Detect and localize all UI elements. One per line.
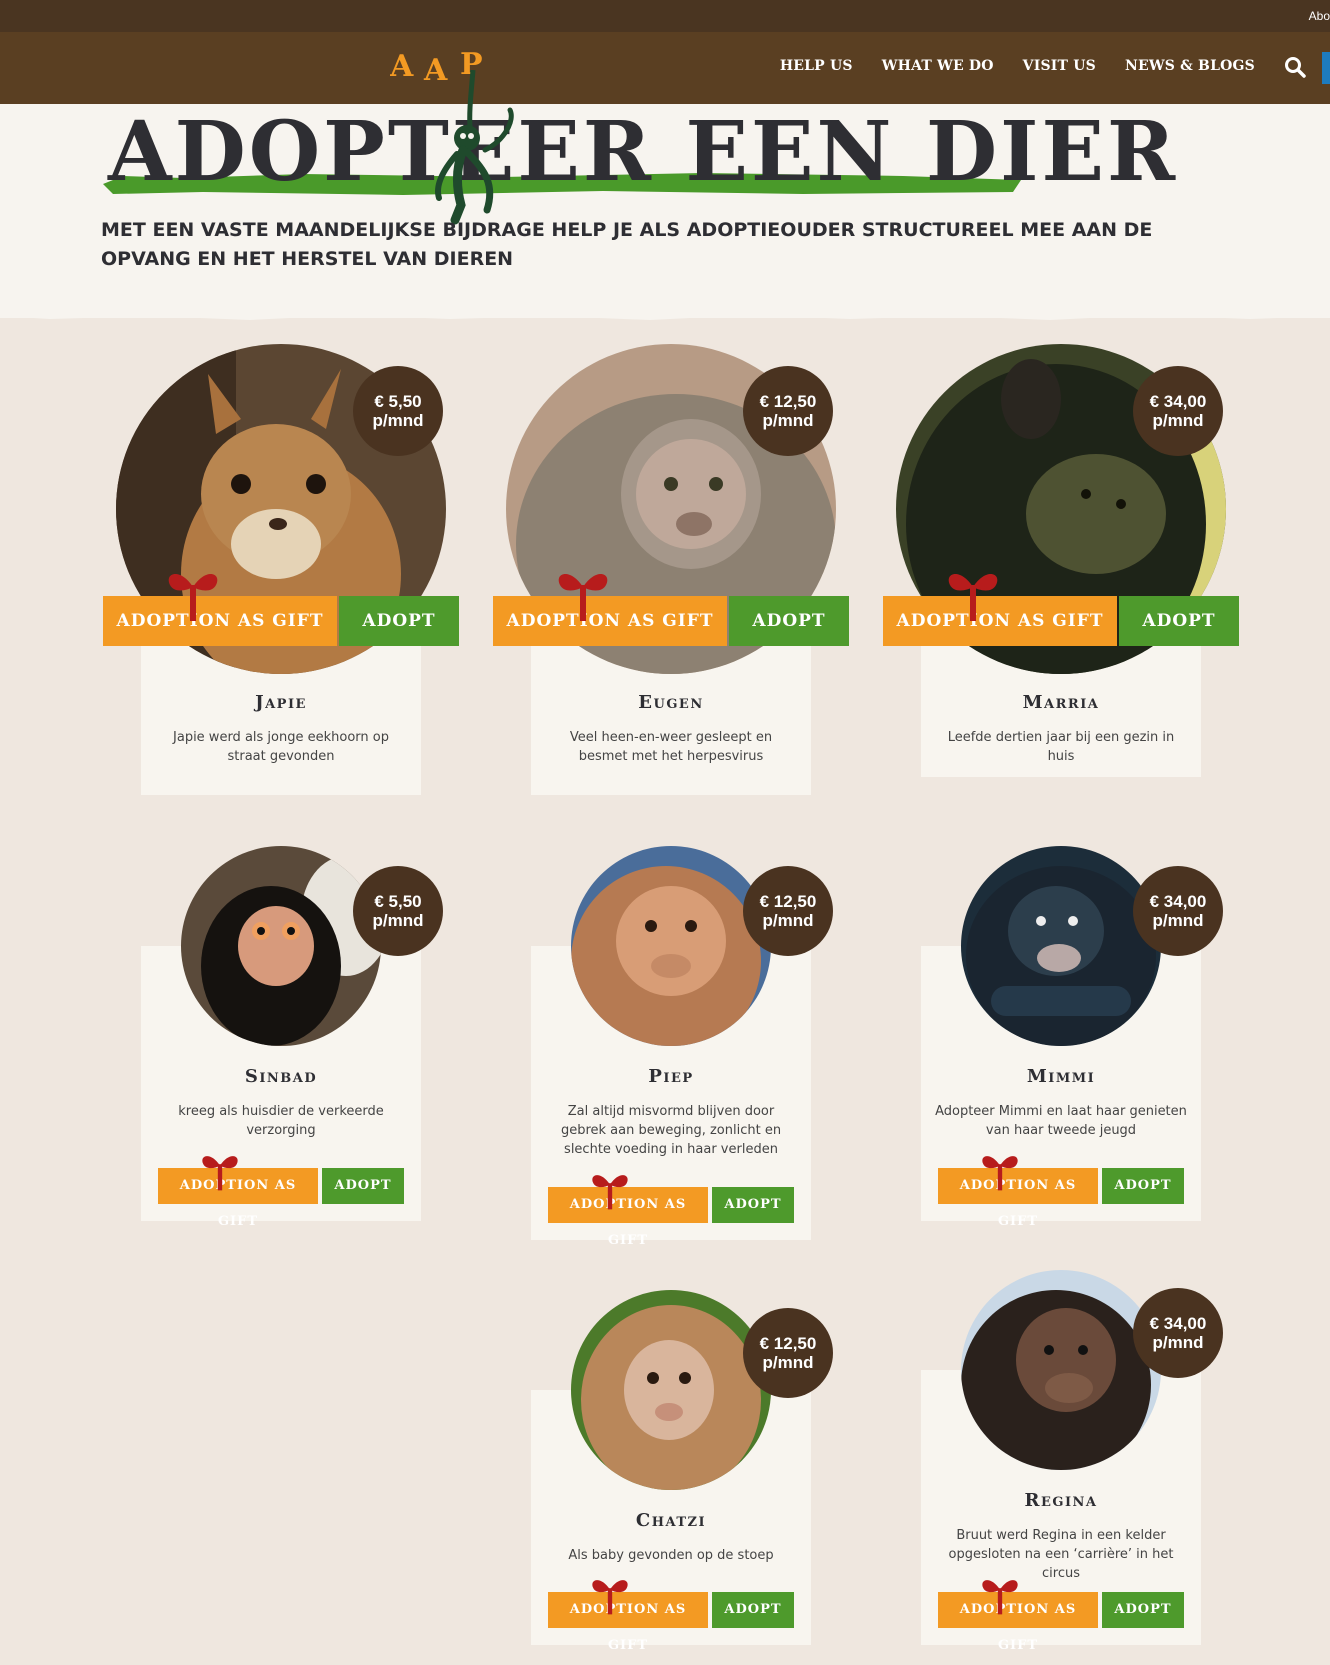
- animal-photo[interactable]: [961, 1270, 1161, 1470]
- animal-photo[interactable]: [961, 846, 1161, 1046]
- animal-description: Bruut werd Regina in een kelder opgeslot…: [948, 1528, 1174, 1581]
- chimpanzee-photo: [961, 1270, 1161, 1470]
- hanging-monkey-icon: [435, 70, 514, 225]
- gift-bow-icon: [558, 573, 608, 621]
- utility-bar: Abo: [0, 0, 1330, 32]
- animal-photo[interactable]: [571, 1290, 771, 1490]
- animal-name: Regina: [1024, 1490, 1098, 1511]
- price-badge: € 34,00 p/mnd: [1133, 366, 1223, 456]
- animal-description: Als baby gevonden op de stoep: [568, 1548, 774, 1563]
- page-title: ADOPTEER EEN DIER: [108, 104, 1179, 200]
- adopt-button[interactable]: ADOPT: [1102, 1168, 1184, 1204]
- price-badge: € 34,00 p/mnd: [1133, 866, 1223, 956]
- price-badge: € 34,00 p/mnd: [1133, 1288, 1223, 1378]
- barbary-macaque-photo: [571, 1290, 771, 1490]
- nav-news-blogs[interactable]: NEWS & BLOGS: [1125, 58, 1255, 74]
- animal-description: Japie werd als jonge eekhoorn op straat …: [173, 730, 389, 764]
- macaque-photo: [571, 846, 771, 1046]
- animal-description: Zal altijd misvormd blijven door gebrek …: [560, 1104, 782, 1157]
- price-badge: € 5,50 p/mnd: [353, 366, 443, 456]
- gift-bow-icon: [168, 573, 218, 621]
- animal-name: Mimmi: [1026, 1066, 1096, 1087]
- animal-description: Leefde dertien jaar bij een gezin in hui…: [947, 730, 1175, 764]
- hero-torn-edge: [0, 310, 1330, 320]
- animal-name: Eugen: [638, 692, 704, 713]
- gift-bow-icon: [202, 1156, 238, 1191]
- svg-text:A: A: [390, 49, 414, 84]
- price-badge: € 5,50 p/mnd: [353, 866, 443, 956]
- nav-help-us[interactable]: HELP US: [780, 58, 853, 74]
- price-badge: € 12,50 p/mnd: [743, 1308, 833, 1398]
- side-tab[interactable]: [1322, 52, 1330, 84]
- chimpanzee-photo: [961, 846, 1161, 1046]
- animal-description: Adopteer Mimmi en laat haar genieten van…: [935, 1104, 1187, 1138]
- marmoset-photo: [181, 846, 381, 1046]
- intro-text: MET EEN VASTE MAANDELIJKSE BIJDRAGE HELP…: [101, 219, 1153, 270]
- nav-visit-us[interactable]: VISIT US: [1023, 58, 1096, 74]
- animal-name: Sinbad: [244, 1066, 318, 1087]
- animal-description: kreeg als huisdier de verkeerde verzorgi…: [178, 1104, 384, 1138]
- adopt-button[interactable]: ADOPT: [729, 596, 849, 646]
- gift-bow-icon: [982, 1580, 1018, 1615]
- adopt-button[interactable]: ADOPT: [1119, 596, 1239, 646]
- price-badge: € 12,50 p/mnd: [743, 366, 833, 456]
- adopt-button[interactable]: ADOPT: [1102, 1592, 1184, 1628]
- animal-name: Marria: [1022, 692, 1100, 713]
- adopt-button[interactable]: ADOPT: [712, 1592, 794, 1628]
- animal-description: Veel heen-en-weer gesleept en besmet met…: [569, 730, 773, 764]
- price-badge: € 12,50 p/mnd: [743, 866, 833, 956]
- main-nav: HELP US WHAT WE DO VISIT US NEWS & BLOGS: [780, 58, 1255, 74]
- animal-photo[interactable]: [571, 846, 771, 1046]
- adopt-button[interactable]: ADOPT: [339, 596, 459, 646]
- nav-what-we-do[interactable]: WHAT WE DO: [882, 58, 994, 74]
- search-icon[interactable]: [1284, 56, 1306, 78]
- animal-name: Japie: [255, 692, 307, 713]
- animal-name: Piep: [648, 1066, 694, 1087]
- adopt-button[interactable]: ADOPT: [322, 1168, 404, 1204]
- gift-bow-icon: [948, 573, 998, 621]
- adopt-button[interactable]: ADOPT: [712, 1187, 794, 1223]
- about-link[interactable]: Abo: [1309, 9, 1330, 23]
- gift-bow-icon: [592, 1580, 628, 1615]
- animal-name: Chatzi: [635, 1510, 707, 1531]
- gift-bow-icon: [592, 1175, 628, 1210]
- gift-bow-icon: [982, 1156, 1018, 1191]
- animal-photo[interactable]: [181, 846, 381, 1046]
